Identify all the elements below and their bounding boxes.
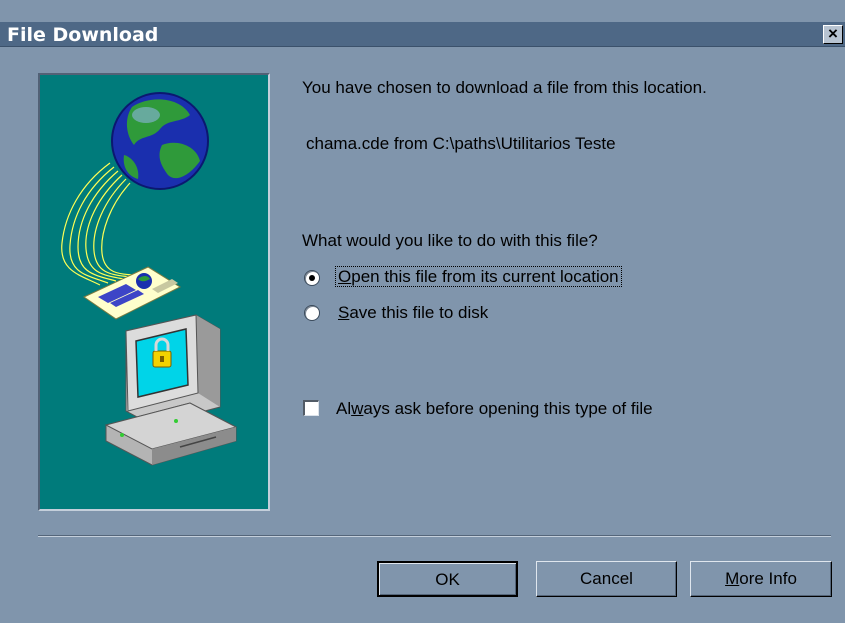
always-ask-label-start: Al <box>336 399 352 418</box>
file-download-dialog: File Download × You have chosen to downl… <box>0 0 845 623</box>
open-file-label: Open this file from its current location <box>335 266 622 287</box>
more-info-button[interactable]: More Info <box>690 561 832 597</box>
open-file-accelerator: O <box>338 267 352 286</box>
more-info-label-rest: ore Info <box>739 569 797 588</box>
globe-icon <box>111 92 209 190</box>
title-bar[interactable]: File Download × <box>0 22 845 47</box>
download-illustration <box>38 73 270 511</box>
close-button[interactable]: × <box>823 25 843 44</box>
always-ask-label-rest: ays ask before opening this type of file <box>363 399 653 418</box>
file-location-text: chama.cde from C:\paths\Utilitarios Test… <box>306 134 616 153</box>
open-file-option[interactable]: Open this file from its current location <box>335 266 622 287</box>
question-text: What would you like to do with this file… <box>302 231 598 250</box>
cancel-button[interactable]: Cancel <box>536 561 677 597</box>
radio-selected-dot <box>309 275 315 281</box>
button-separator <box>38 535 831 537</box>
always-ask-label[interactable]: Always ask before opening this type of f… <box>336 399 653 419</box>
open-file-radio[interactable] <box>304 270 320 286</box>
signal-lines <box>61 162 141 286</box>
save-file-radio[interactable] <box>304 305 320 321</box>
document-icon <box>82 266 182 320</box>
computer-lock-icon <box>104 314 238 466</box>
save-file-option[interactable]: Save this file to disk <box>338 303 488 323</box>
ok-button[interactable]: OK <box>377 561 518 597</box>
dialog-title: File Download <box>7 24 159 46</box>
save-file-accelerator: S <box>338 303 350 322</box>
always-ask-accelerator: w <box>351 399 364 418</box>
always-ask-checkbox[interactable] <box>303 400 319 416</box>
close-icon: × <box>828 24 838 43</box>
more-info-accelerator: M <box>725 569 740 588</box>
download-illustration-art <box>61 92 238 466</box>
open-file-label-rest: pen this file from its current location <box>351 267 619 286</box>
intro-text: You have chosen to download a file from … <box>302 78 707 97</box>
save-file-label-rest: ave this file to disk <box>349 303 489 322</box>
